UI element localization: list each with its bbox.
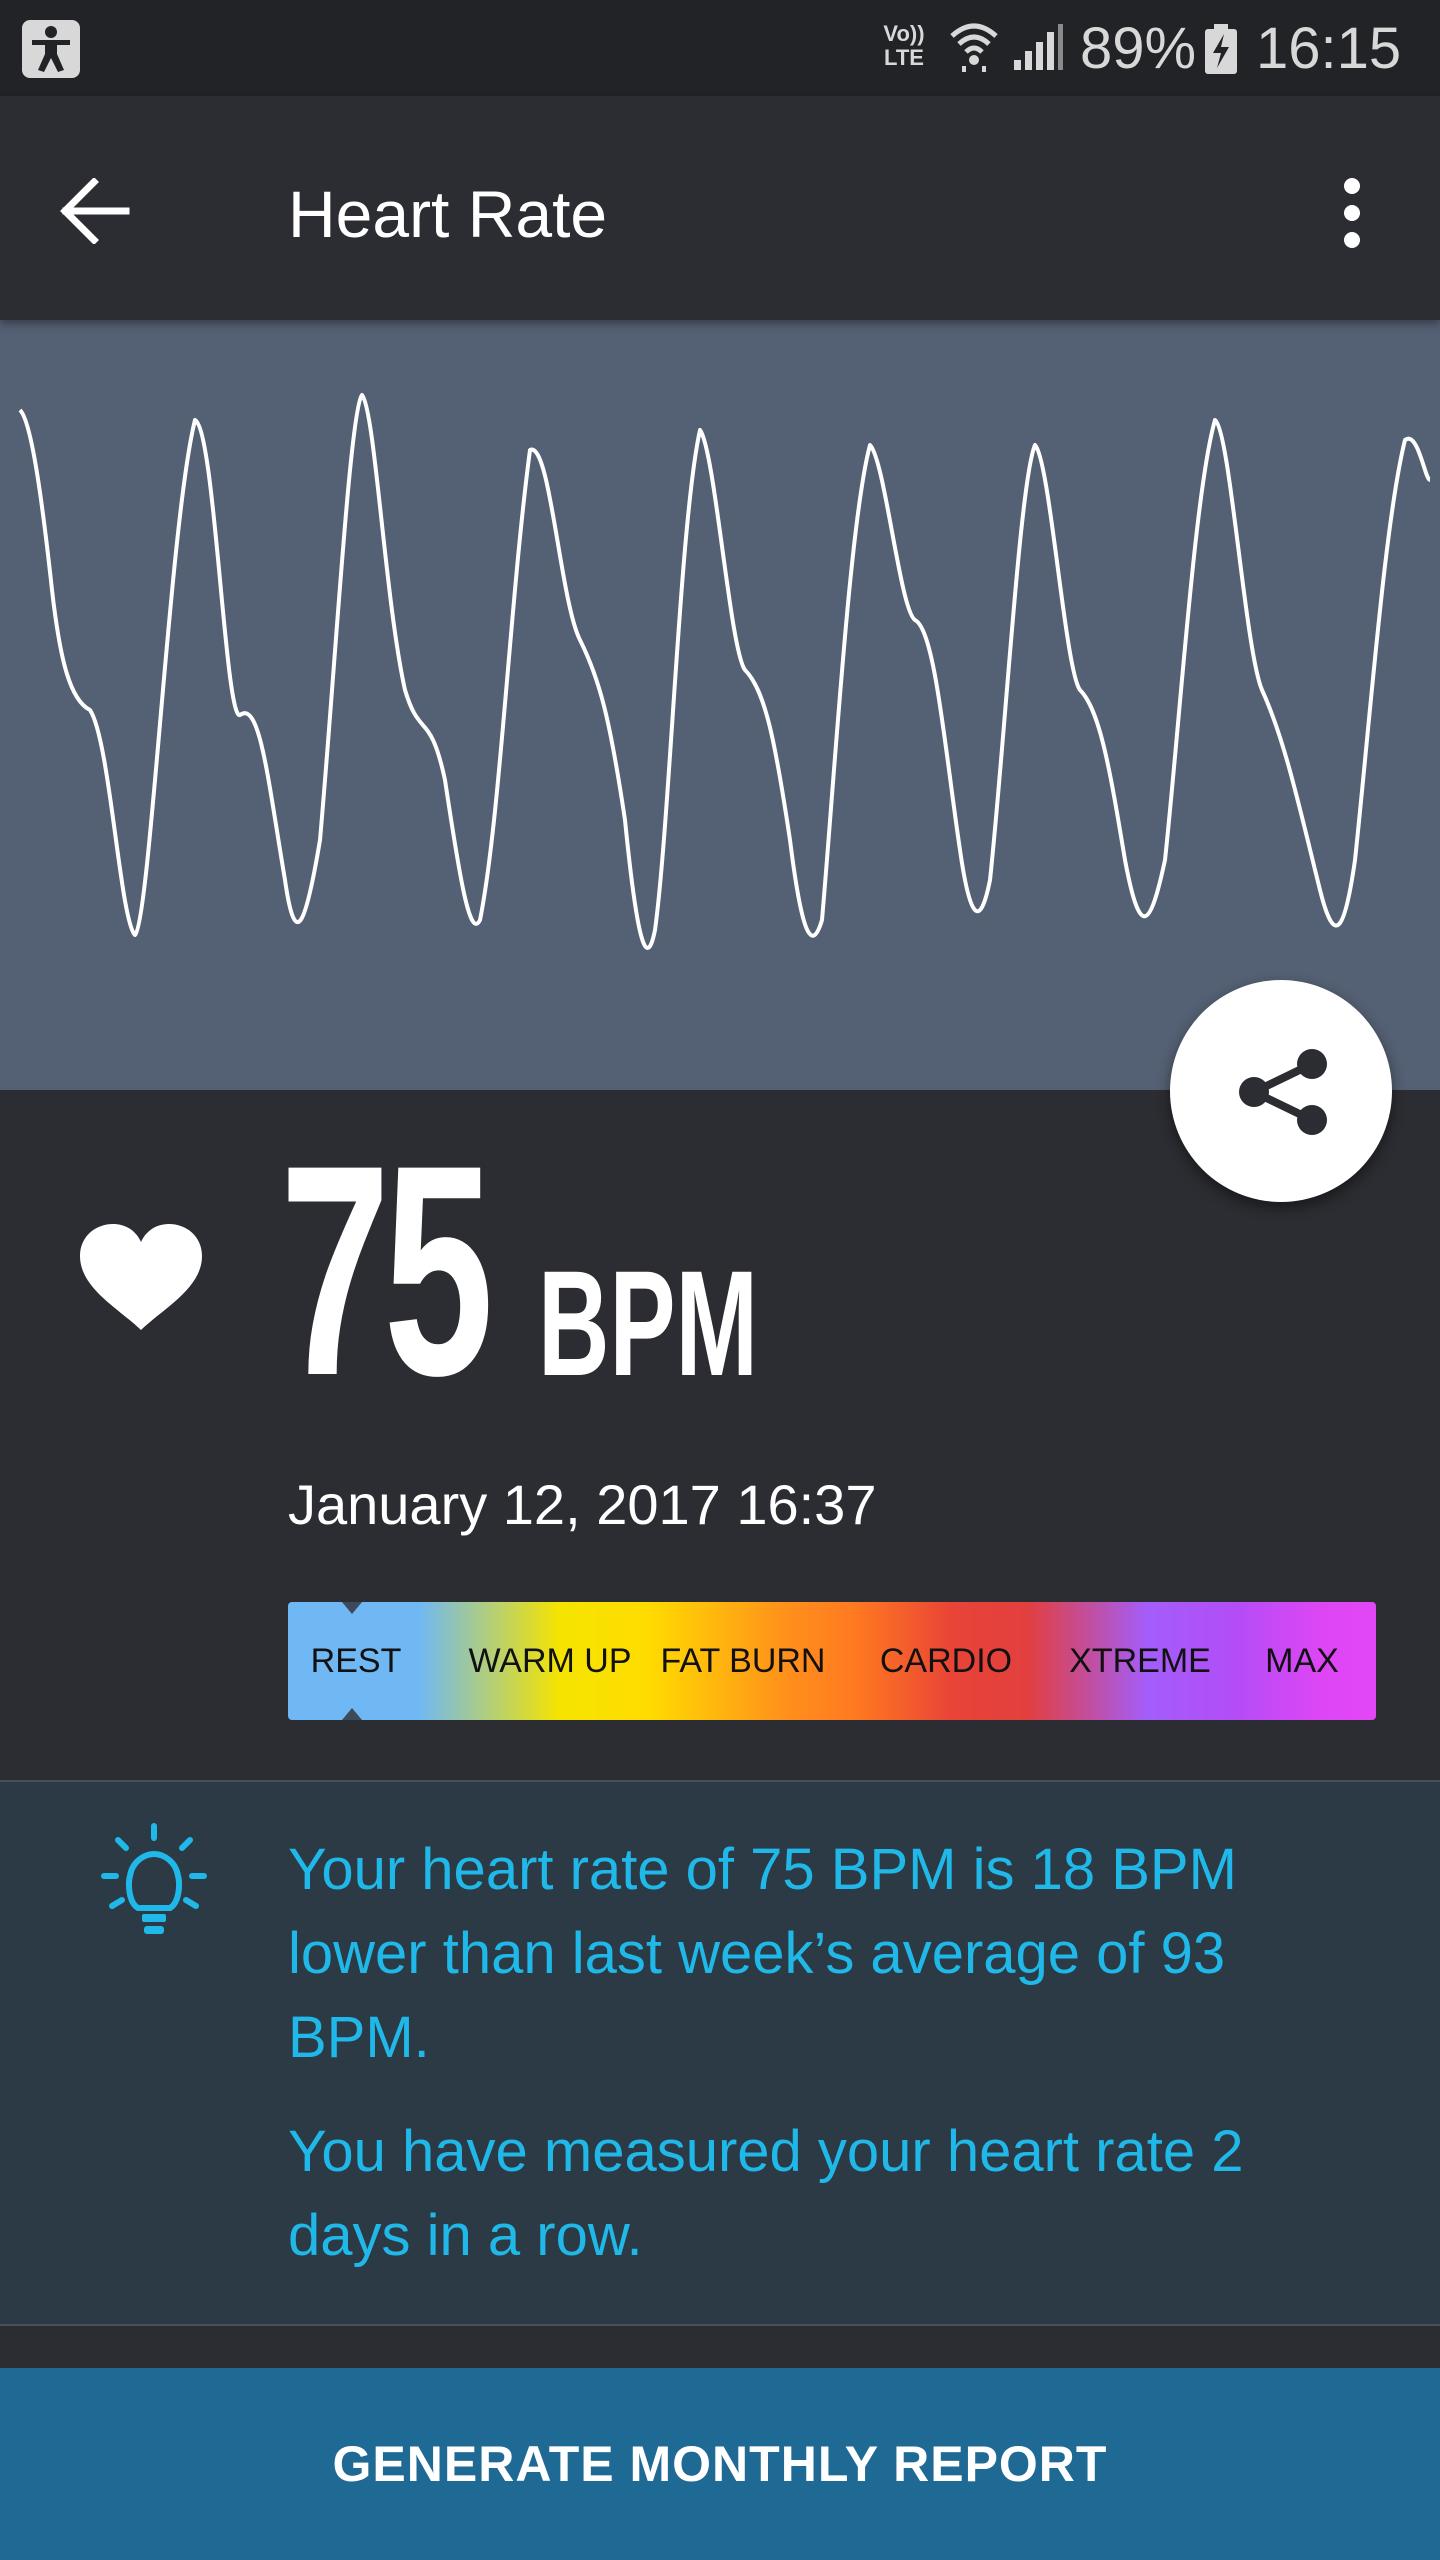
heart-icon: [80, 1224, 202, 1330]
insight-streak-text: You have measured your heart rate 2 days…: [288, 2119, 1244, 2268]
heart-rate-unit: BPM: [538, 1239, 758, 1407]
signal-icon: [1014, 24, 1063, 70]
app-bar: Heart Rate: [0, 96, 1440, 320]
volte-icon: Vo)) LTE: [876, 22, 932, 74]
status-clock: 16:15: [1256, 16, 1402, 81]
volte-label: Vo)): [883, 21, 925, 46]
battery-charging-icon: [1205, 24, 1237, 74]
zone-label-rest: REST: [310, 1642, 402, 1680]
heart-rate-screen: Vo)) LTE 89% 16:15 Heart Rate 75 BPM Jan…: [0, 0, 1440, 2560]
accessibility-icon: [22, 20, 80, 78]
heart-rate-zone-bar: REST WARM UP FAT BURN CARDIO XTREME MAX: [288, 1602, 1376, 1720]
back-button[interactable]: [40, 156, 150, 266]
heart-waveform: [0, 320, 1440, 1090]
zone-label-fat-burn: FAT BURN: [660, 1642, 826, 1680]
generate-monthly-report-button[interactable]: GENERATE MONTHLY REPORT: [0, 2368, 1440, 2560]
lte-label: LTE: [884, 45, 924, 70]
wifi-icon: [950, 23, 998, 72]
zone-label-xtreme: XTREME: [1069, 1642, 1211, 1680]
zone-label-cardio: CARDIO: [879, 1642, 1013, 1680]
reading-timestamp: January 12, 2017 16:37: [288, 1473, 877, 1536]
zone-label-warm-up: WARM UP: [468, 1642, 632, 1680]
arrow-left-icon: [60, 178, 130, 244]
status-bar: Vo)) LTE 89% 16:15: [0, 0, 1440, 96]
heart-rate-value: 75: [280, 1102, 494, 1438]
lightbulb-icon: [101, 1823, 207, 1934]
more-options-button[interactable]: [1302, 158, 1402, 268]
share-button[interactable]: [1170, 980, 1392, 1202]
share-icon: [1239, 1049, 1327, 1135]
battery-percent: 89%: [1080, 16, 1197, 81]
insight-panel: Your heart rate of 75 BPM is 18 BPM lowe…: [0, 1780, 1440, 2326]
more-vertical-icon: [1344, 178, 1360, 248]
waveform-line: [18, 393, 1432, 950]
zone-label-max: MAX: [1265, 1642, 1339, 1680]
insight-comparison-text: Your heart rate of 75 BPM is 18 BPM lowe…: [288, 1837, 1237, 2070]
page-title: Heart Rate: [288, 177, 608, 251]
